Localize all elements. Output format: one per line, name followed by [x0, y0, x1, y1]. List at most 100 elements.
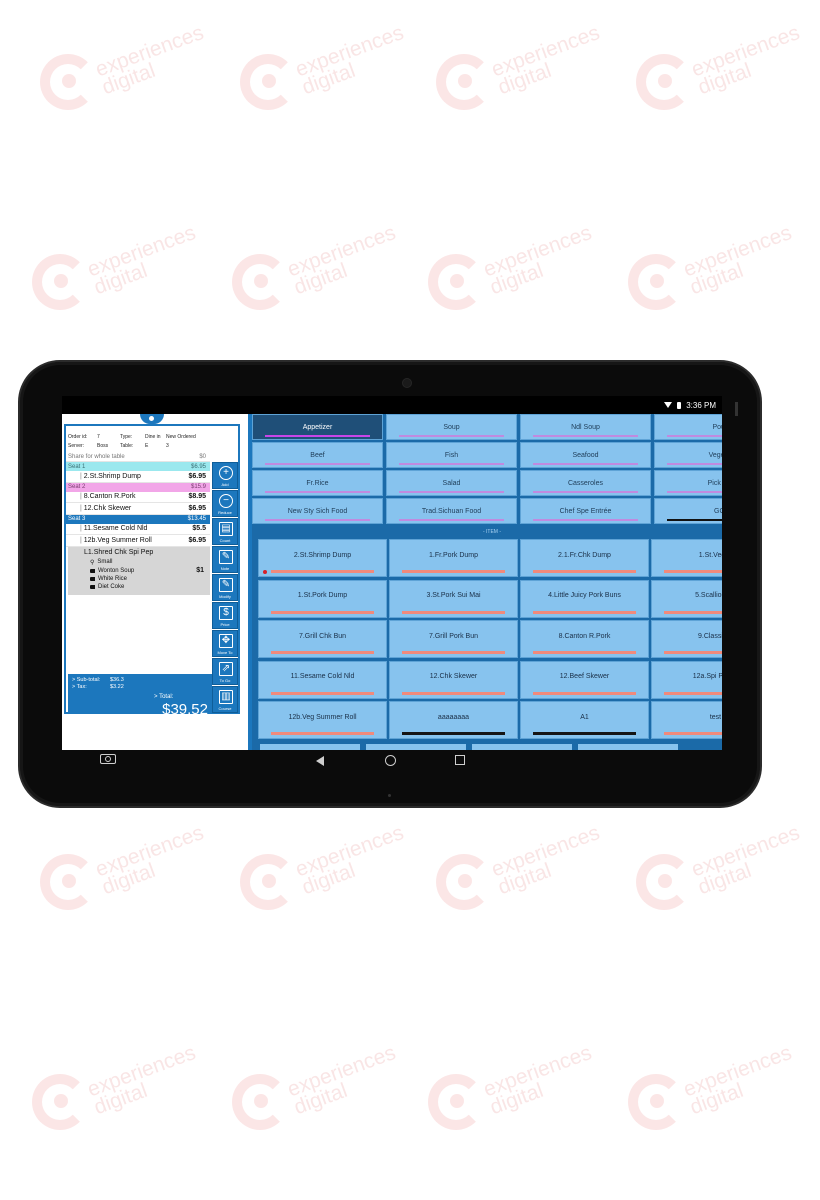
menu-item-button[interactable]: 12b.Veg Summer Roll — [258, 701, 387, 739]
menu-item-button[interactable]: 12.Chk Skewer — [389, 660, 518, 699]
category-button[interactable]: Trad.Sichuan Food — [386, 498, 517, 524]
category-button[interactable]: Beef — [252, 442, 383, 468]
tool-price-button[interactable]: $ Price — [212, 602, 238, 629]
category-button[interactable]: Poul — [654, 414, 722, 440]
watermark-logo-icon — [628, 254, 684, 310]
category-button[interactable]: New Sty Sich Food — [252, 498, 383, 524]
order-line[interactable]: 8.Canton R.Pork $8.95 — [66, 492, 210, 503]
watermark-logo-icon — [32, 1074, 88, 1130]
share-row[interactable]: Share for whole table $0 — [66, 452, 210, 462]
share-label: Share for whole table — [68, 453, 125, 460]
menu-item-label: 1.Fr.Pork Dump — [428, 551, 478, 559]
watermark-text: experiences digital — [284, 221, 411, 299]
watermark: experiences digital — [32, 1041, 202, 1140]
seat-1-header[interactable]: Seat 1 $6.95 — [66, 462, 210, 471]
order-line[interactable]: 12.Chk Skewer $6.95 — [66, 503, 210, 515]
category-label: Fish — [444, 451, 459, 459]
line-price: $8.95 — [188, 493, 206, 501]
watermark-line: digital — [290, 1078, 351, 1120]
watermark-line: experiences — [84, 1041, 199, 1102]
tag-icon — [90, 568, 95, 573]
category-button[interactable]: Ndl Soup — [520, 414, 651, 440]
menu-item-button[interactable]: test — [651, 701, 722, 739]
menu-item-button[interactable]: 1.St.Pork Dump — [258, 579, 387, 618]
watermark-text: experiences digital — [488, 821, 615, 899]
watermark-line: digital — [486, 1078, 547, 1120]
tool-count-button[interactable]: ▤ Count — [212, 518, 238, 545]
order-line[interactable]: 11.Sesame Cold Nld $5.5 — [66, 524, 210, 535]
line-name: 2.St.Shrimp Dump — [80, 473, 141, 480]
line-name: 8.Canton R.Pork — [80, 493, 136, 500]
category-button[interactable]: Vegeta — [654, 442, 722, 468]
category-label: New Sty Sich Food — [287, 507, 348, 515]
menu-item-button[interactable]: 9.Classic E — [651, 620, 722, 658]
order-line[interactable]: 12b.Veg Summer Roll $6.95 — [66, 535, 210, 547]
tool-to-go-button[interactable]: ⇗ To Go — [212, 658, 238, 685]
seat-2-header[interactable]: Seat 2 $15.9 — [66, 482, 210, 492]
selected-line-with-modifiers[interactable]: L1.Shred Chk Spi Pep $1 ⚲ Small Wonton So… — [68, 546, 210, 595]
menu-item-button[interactable]: 4.Little Juicy Pork Buns — [520, 579, 649, 618]
category-label: Beef — [310, 451, 325, 459]
tool-column: + Add − Reduce ▤ Count ✎ Note ✎ Modify $ Price ✥ Move… — [212, 462, 240, 714]
tool-label: Note — [220, 566, 230, 571]
menu-item-button[interactable]: 12a.Spi Popco — [651, 660, 722, 699]
menu-item-button[interactable]: A1 — [520, 701, 649, 739]
menu-item-button[interactable]: 11.Sesame Cold Nld — [258, 660, 387, 699]
tag-icon — [90, 584, 95, 589]
menu-item-button[interactable]: 7.Grill Pork Bun — [389, 620, 518, 658]
watermark-line: digital — [90, 1078, 151, 1120]
tool-move-to-button[interactable]: ✥ Move To — [212, 630, 238, 657]
watermark-logo-icon — [232, 1074, 288, 1130]
tag-icon — [90, 576, 95, 581]
category-grid: Appetizer Soup Ndl Soup Poul Beef Fish Seafood… — [252, 414, 722, 526]
category-button[interactable]: Soup — [386, 414, 517, 440]
menu-item-button[interactable]: 5.Scallion Pa — [651, 579, 722, 618]
back-icon[interactable] — [316, 756, 324, 766]
tool-icon: ⇗ — [219, 662, 233, 676]
category-button[interactable]: Casseroles — [520, 470, 651, 496]
order-panel: Order id: 7 Type: Dine in New Ordered Se… — [62, 414, 248, 750]
watermark-text: experiences digital — [92, 21, 219, 99]
tool-modify-button[interactable]: ✎ Modify — [212, 574, 238, 601]
screenshot-icon[interactable] — [100, 754, 116, 764]
watermark-logo-icon — [636, 854, 692, 910]
menu-item-button[interactable]: 2.1.Fr.Chk Dump — [520, 539, 649, 577]
tool-reduce-button[interactable]: − Reduce — [212, 490, 238, 517]
tool-course-button[interactable]: ▥ Course — [212, 686, 238, 713]
category-button[interactable]: Chef Spe Entrée — [520, 498, 651, 524]
category-button[interactable]: Fish — [386, 442, 517, 468]
menu-item-underline — [533, 570, 636, 573]
category-button[interactable]: Pick Pe — [654, 470, 722, 496]
watermark-line: digital — [486, 258, 547, 300]
menu-item-underline — [664, 570, 722, 573]
tool-icon: ✥ — [219, 634, 233, 648]
seat-3-header[interactable]: Seat 3 $13.45 — [66, 514, 210, 524]
category-button[interactable]: GO — [654, 498, 722, 524]
category-button[interactable]: Appetizer — [252, 414, 383, 440]
menu-item-button[interactable]: 7.Grill Chk Bun — [258, 620, 387, 658]
recents-icon[interactable] — [455, 755, 465, 765]
menu-item-button[interactable]: 2.St.Shrimp Dump — [258, 539, 387, 577]
watermark: experiences digital — [40, 821, 210, 920]
category-button[interactable]: Salad — [386, 470, 517, 496]
category-button[interactable]: Fr.Rice — [252, 470, 383, 496]
watermark-line: digital — [90, 258, 151, 300]
category-button[interactable]: Seafood — [520, 442, 651, 468]
order-line[interactable]: 2.St.Shrimp Dump $6.95 — [66, 471, 210, 483]
home-icon[interactable] — [385, 755, 396, 766]
tool-label: Price — [220, 622, 230, 627]
tool-note-button[interactable]: ✎ Note — [212, 546, 238, 573]
line-price: $1 — [196, 566, 204, 574]
menu-item-button[interactable]: 3.St.Pork Sui Mai — [389, 579, 518, 618]
menu-item-button[interactable]: aaaaaaaa — [389, 701, 518, 739]
menu-item-button[interactable]: 1.St.Veg D — [651, 539, 722, 577]
menu-item-button[interactable]: 12.Beef Skewer — [520, 660, 649, 699]
watermark-text: experiences digital — [92, 821, 219, 899]
line-name: L1.Shred Chk Spi Pep — [84, 548, 154, 556]
tool-add-button[interactable]: + Add — [212, 462, 238, 489]
pin-icon[interactable] — [140, 414, 164, 424]
menu-item-button[interactable]: 1.Fr.Pork Dump — [389, 539, 518, 577]
watermark-line: experiences — [292, 821, 407, 882]
watermark-text: experiences digital — [284, 1041, 411, 1120]
menu-item-button[interactable]: 8.Canton R.Pork — [520, 620, 649, 658]
